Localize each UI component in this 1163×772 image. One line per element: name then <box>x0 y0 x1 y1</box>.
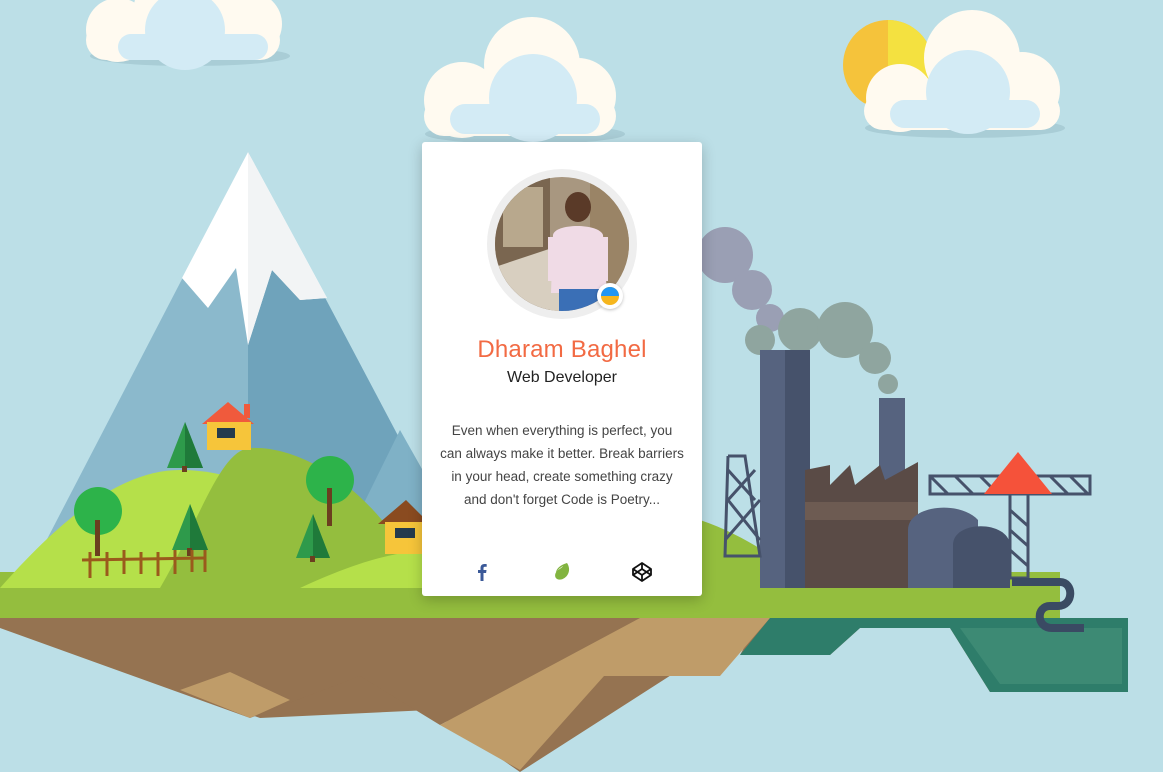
codepen-icon <box>632 562 652 582</box>
envato-link[interactable] <box>550 560 574 584</box>
blue-yellow-circle-icon <box>601 287 619 305</box>
facebook-link[interactable] <box>470 560 494 584</box>
facebook-icon <box>478 564 487 581</box>
floating-island <box>0 572 1128 772</box>
social-links <box>422 560 702 584</box>
profile-card: Dharam Baghel Web Developer Even when ev… <box>422 142 702 596</box>
profile-name: Dharam Baghel <box>477 336 647 363</box>
codepen-link[interactable] <box>630 560 654 584</box>
sun-with-cloud <box>843 10 1065 138</box>
status-badge <box>597 283 623 309</box>
envato-leaf-icon <box>555 563 570 580</box>
avatar-ring <box>487 169 637 319</box>
profile-role: Web Developer <box>507 369 617 386</box>
cloud-center <box>424 17 625 144</box>
profile-bio: Even when everything is perfect, you can… <box>440 423 684 507</box>
cloud-top-left <box>86 0 290 70</box>
